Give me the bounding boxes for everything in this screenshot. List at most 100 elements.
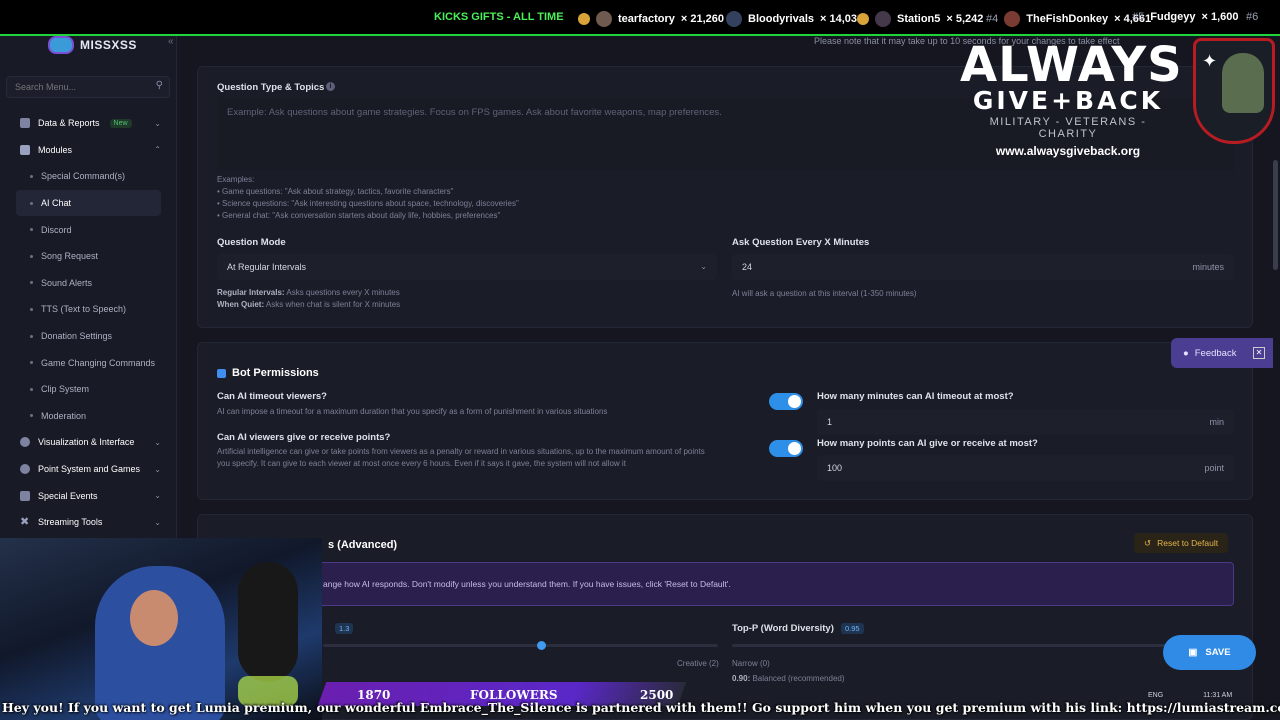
chevron-down-icon: ⌄ [154, 517, 161, 527]
ask-every-input[interactable]: 24 minutes [732, 254, 1234, 280]
coin-icon [857, 13, 869, 25]
logo-line-1: ALWAYS [960, 37, 1183, 93]
ask-every-unit: minutes [1192, 262, 1224, 272]
always-give-back-logo: ALWAYS GIVE+BACK MILITARY - VETERANS - C… [960, 37, 1183, 158]
temperature-slider-handle[interactable] [537, 641, 546, 650]
temperature-value: 1.3 [335, 623, 354, 634]
points-max-input[interactable]: 100 point [817, 455, 1234, 481]
menu-search-input[interactable] [15, 82, 145, 92]
top-p-note: 0.90: Balanced (recommended) [732, 673, 845, 685]
sidebar-item-donation-settings[interactable]: Donation Settings [0, 323, 177, 350]
points-max-value: 100 [827, 463, 843, 473]
feedback-button[interactable]: ● Feedback ✕ [1171, 338, 1273, 368]
bullet-icon [30, 361, 33, 365]
reset-default-button[interactable]: ↺ Reset to Default [1134, 533, 1229, 553]
chevron-down-icon: ⌄ [154, 464, 161, 474]
avatar [726, 11, 742, 27]
timeout-max-input[interactable]: 1 min [817, 409, 1234, 435]
collapse-sidebar-icon[interactable]: « [168, 36, 174, 47]
top-p-slider[interactable] [732, 644, 1212, 647]
question-mode-label: Question Mode [217, 237, 286, 248]
sidebar-item-data-reports[interactable]: Data & Reports New ⌄ [0, 110, 177, 137]
sidebar-item-game-changing-commands[interactable]: Game Changing Commands [0, 349, 177, 376]
points-toggle[interactable] [769, 440, 803, 457]
page-scrollbar[interactable] [1273, 160, 1278, 270]
avatar [875, 11, 891, 27]
help-text: Asks questions every X minutes [284, 288, 400, 297]
ticker-rank: #4 [986, 13, 999, 25]
description-line: you specify. It can give to each viewer … [217, 459, 626, 468]
question-mode-select[interactable]: At Regular Intervals ⌄ [217, 254, 717, 280]
save-button[interactable]: ▣ SAVE [1163, 635, 1256, 670]
sidebar-item-sound-alerts[interactable]: Sound Alerts [0, 270, 177, 297]
sidebar-item-label: Visualization & Interface [38, 437, 135, 448]
question-type-label: Question Type & Topics [217, 82, 325, 93]
info-icon[interactable]: i [326, 82, 335, 91]
sidebar-item-special-commands[interactable]: Special Command(s) [0, 163, 177, 190]
advanced-title: s (Advanced) [328, 539, 398, 551]
sidebar-item-modules[interactable]: Modules ⌃ [0, 137, 177, 164]
palette-icon [20, 437, 30, 448]
sidebar-item-special-events[interactable]: Special Events ⌄ [0, 482, 177, 509]
shield-icon [217, 368, 226, 378]
scrolling-message: Hey you! If you want to get Lumia premiu… [2, 700, 1280, 715]
search-icon[interactable]: ⚲ [156, 80, 163, 91]
example-line: • Game questions: "Ask about strategy, t… [217, 187, 454, 196]
note-term: 0.90: [732, 674, 751, 683]
sidebar-item-point-system[interactable]: Point System and Games ⌄ [0, 456, 177, 483]
sidebar-item-label: Special Events [38, 490, 98, 501]
star-icon: ✦ [1202, 51, 1218, 71]
language-indicator[interactable]: ENG [1148, 692, 1163, 699]
brand-name: MISSXSS [80, 38, 137, 52]
sidebar-item-label: Moderation [41, 410, 87, 421]
ask-every-value: 24 [742, 262, 753, 272]
sidebar-item-label: Song Request [41, 251, 99, 262]
chevron-down-icon: ⌄ [154, 118, 161, 128]
avatar [1004, 11, 1021, 27]
sidebar-item-tts[interactable]: TTS (Text to Speech) [0, 296, 177, 323]
sidebar-item-moderation[interactable]: Moderation [0, 403, 177, 430]
ticker-count: × 5,242 [946, 13, 984, 25]
description-line: Artificial intelligence can give or take… [217, 447, 705, 456]
soldier-figure [1222, 53, 1264, 113]
bullet-icon [30, 334, 33, 338]
bullet-icon [30, 307, 33, 311]
bullet-icon [30, 201, 33, 205]
timeout-toggle[interactable] [769, 393, 803, 410]
temperature-slider[interactable] [323, 644, 718, 647]
sidebar-item-discord[interactable]: Discord [0, 216, 177, 243]
points-unit: point [1204, 463, 1224, 473]
close-icon[interactable]: ✕ [1253, 347, 1265, 359]
bullet-icon [30, 228, 33, 232]
clock[interactable]: 11:31 AM [1203, 692, 1232, 699]
sidebar-item-label: AI Chat [41, 198, 72, 209]
warning-text: ange how AI responds. Don't modify unles… [323, 579, 731, 589]
ticker-entry: #4 TheFishDonkey × 4,661 [986, 11, 1151, 27]
note-text: Balanced (recommended) [750, 674, 845, 683]
top-p-value: 0.95 [841, 623, 864, 634]
bot-permissions-title: Bot Permissions [217, 367, 319, 379]
chevron-down-icon: ⌄ [154, 491, 161, 501]
sidebar-item-ai-chat[interactable]: AI Chat [16, 189, 161, 217]
temperature-max-label: Creative (2) [677, 659, 719, 668]
ticker-entry: #5 Fudgeyy × 1,600 [1132, 11, 1239, 23]
sidebar-item-label: Donation Settings [41, 331, 113, 342]
grid-icon [20, 144, 30, 155]
ticker-name: Fudgeyy [1150, 11, 1196, 23]
menu-search[interactable]: ⚲ [6, 76, 170, 98]
sidebar-item-label: Streaming Tools [38, 517, 103, 528]
sidebar-item-streaming-tools[interactable]: ✖ Streaming Tools ⌄ [0, 509, 177, 536]
ask-every-label: Ask Question Every X Minutes [732, 237, 870, 248]
sidebar-item-song-request[interactable]: Song Request [0, 243, 177, 270]
sidebar-item-visualization[interactable]: Visualization & Interface ⌄ [0, 429, 177, 456]
new-badge: New [109, 118, 132, 128]
avatar [596, 11, 612, 27]
question-mode-value: At Regular Intervals [227, 262, 307, 272]
sidebar-item-clip-system[interactable]: Clip System [0, 376, 177, 403]
undo-icon: ↺ [1144, 537, 1152, 548]
bullet-icon [30, 174, 33, 178]
brand-logo[interactable]: MISSXSS [48, 36, 137, 54]
microphone [238, 562, 298, 682]
example-line: • Science questions: "Ask interesting qu… [217, 199, 519, 208]
sidebar-item-label: Game Changing Commands [41, 357, 156, 368]
